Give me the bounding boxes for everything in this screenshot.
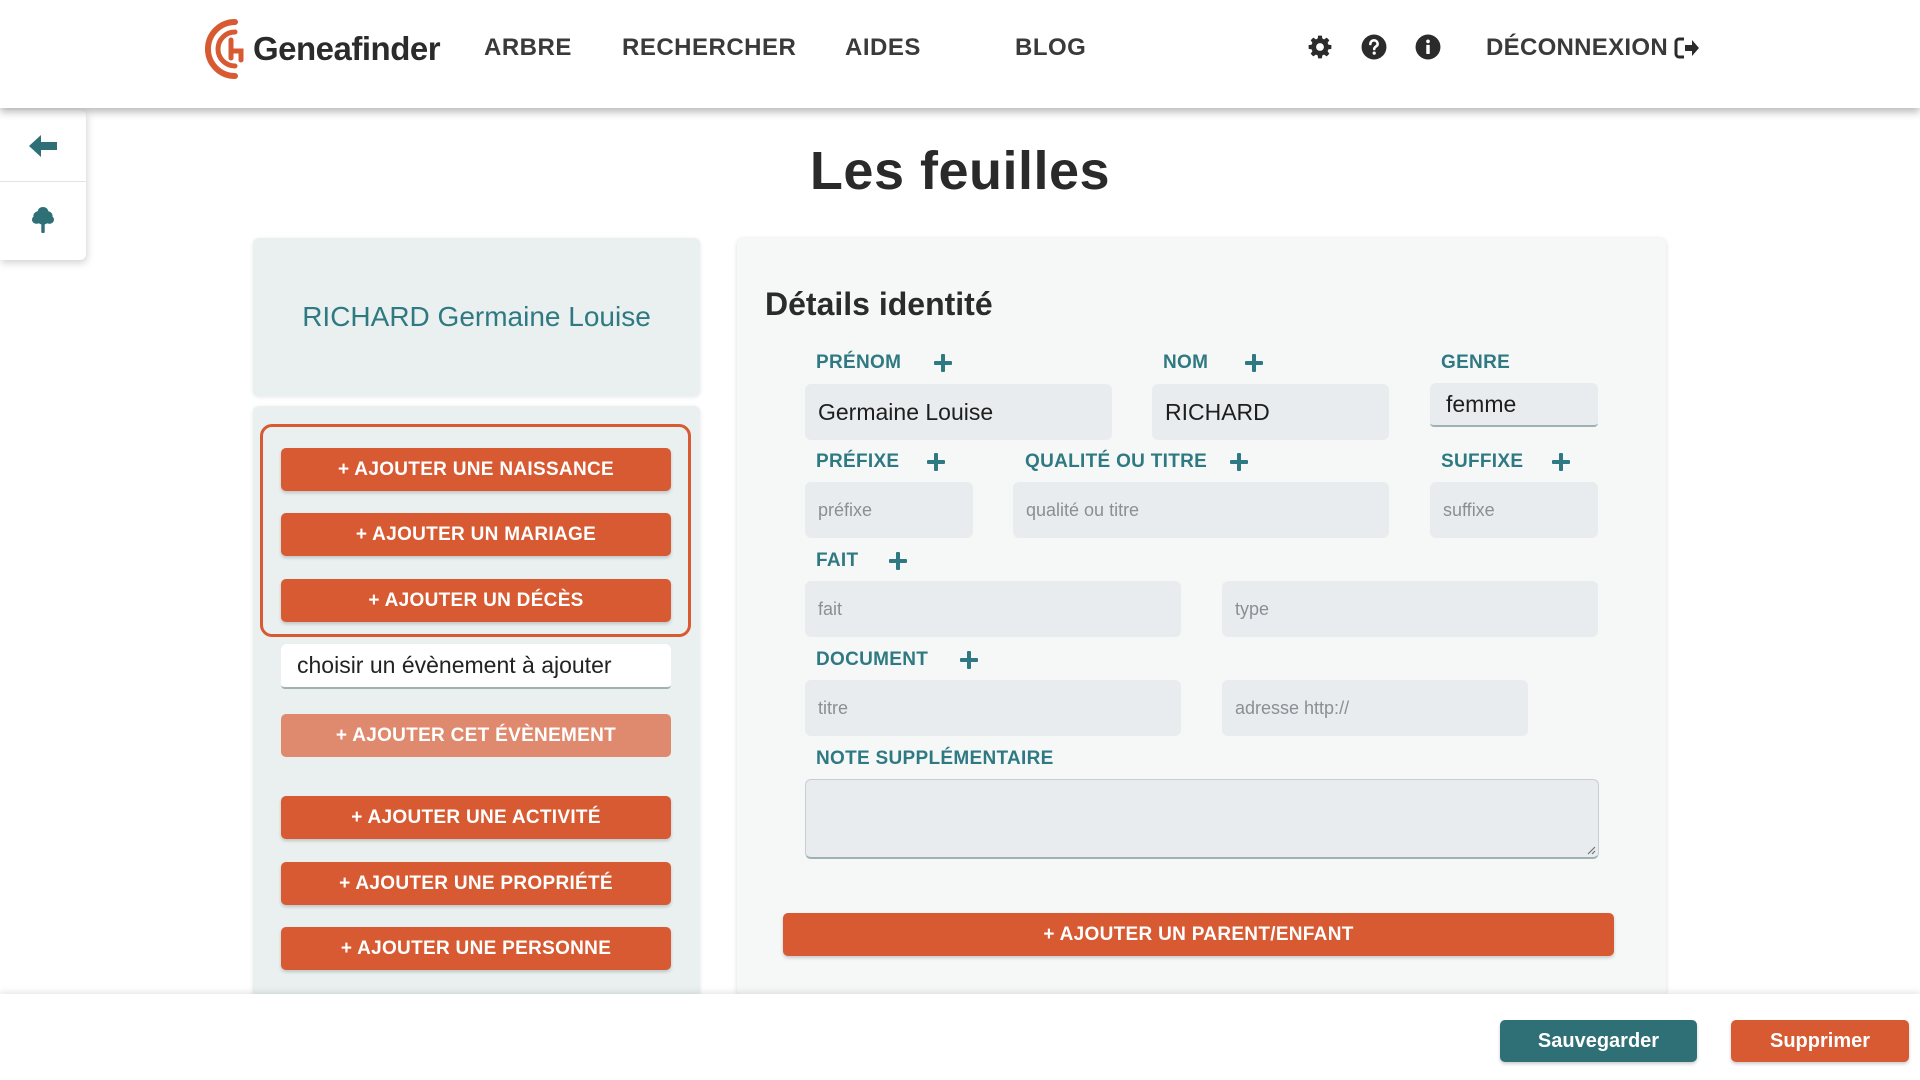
- fact-input[interactable]: fait: [805, 581, 1181, 637]
- identity-section-title: Détails identité: [765, 286, 993, 322]
- add-lastname-plus-icon[interactable]: [1243, 352, 1265, 374]
- tree-view-button[interactable]: [0, 184, 86, 256]
- add-property-button[interactable]: + AJOUTER UNE PROPRIÉTÉ: [281, 862, 671, 905]
- suffix-label: SUFFIXE: [1441, 451, 1524, 472]
- prefix-placeholder: préfixe: [818, 499, 873, 520]
- geneafinder-logo-icon: [205, 19, 244, 79]
- prefix-label: PRÉFIXE: [816, 451, 900, 472]
- event-type-select-value: choisir un évènement à ajouter: [297, 652, 612, 678]
- top-navbar: Geneafinder ARBRE RECHERCHER AIDES BLOG …: [0, 0, 1920, 108]
- gender-value: femme: [1446, 390, 1517, 417]
- fact-type-input[interactable]: type: [1222, 581, 1598, 637]
- question-circle-icon[interactable]: [1361, 34, 1387, 60]
- tree-icon: [32, 207, 54, 233]
- fact-label: FAIT: [816, 550, 859, 571]
- add-fact-plus-icon[interactable]: [887, 550, 909, 572]
- fact-placeholder: fait: [818, 598, 843, 619]
- document-title-input[interactable]: titre: [805, 680, 1181, 736]
- add-birth-button[interactable]: + AJOUTER UNE NAISSANCE: [281, 448, 671, 491]
- add-document-plus-icon[interactable]: [958, 649, 980, 671]
- nav-link-arbre[interactable]: ARBRE: [484, 31, 572, 65]
- add-firstname-plus-icon[interactable]: [932, 352, 954, 374]
- note-label: NOTE SUPPLÉMENTAIRE: [816, 748, 1054, 769]
- gender-select[interactable]: femme: [1430, 383, 1598, 427]
- add-activity-button[interactable]: + AJOUTER UNE ACTIVITÉ: [281, 796, 671, 839]
- person-name: RICHARD Germaine Louise: [302, 301, 651, 332]
- person-card: RICHARD Germaine Louise: [253, 238, 700, 396]
- add-quality-plus-icon[interactable]: [1228, 451, 1250, 473]
- back-button[interactable]: [0, 110, 86, 182]
- gear-icon[interactable]: [1307, 34, 1333, 60]
- add-parent-child-button[interactable]: + AJOUTER UN PARENT/ENFANT: [783, 913, 1614, 956]
- lastname-value: RICHARD: [1165, 398, 1270, 425]
- arrow-left-icon: [29, 134, 57, 157]
- add-suffix-plus-icon[interactable]: [1550, 451, 1572, 473]
- quality-placeholder: qualité ou titre: [1026, 499, 1140, 520]
- fact-type-placeholder: type: [1235, 598, 1270, 619]
- info-circle-icon[interactable]: [1415, 34, 1441, 60]
- firstname-value: Germaine Louise: [818, 398, 994, 425]
- logout-button[interactable]: DÉCONNEXION: [1486, 31, 1700, 65]
- lastname-label: NOM: [1163, 352, 1209, 373]
- gender-label: GENRE: [1441, 352, 1511, 373]
- prefix-input[interactable]: préfixe: [805, 482, 973, 538]
- document-title-placeholder: titre: [818, 697, 849, 718]
- logout-label: DÉCONNEXION: [1486, 34, 1668, 61]
- firstname-label: PRÉNOM: [816, 352, 902, 373]
- nav-link-blog[interactable]: BLOG: [1015, 31, 1086, 65]
- document-url-placeholder: adresse http://: [1235, 697, 1350, 718]
- quality-input[interactable]: qualité ou titre: [1013, 482, 1389, 538]
- add-marriage-button[interactable]: + AJOUTER UN MARIAGE: [281, 513, 671, 556]
- note-textarea[interactable]: [805, 779, 1599, 859]
- page-title: Les feuilles: [809, 141, 1111, 201]
- lastname-input[interactable]: RICHARD: [1152, 384, 1389, 440]
- add-prefix-plus-icon[interactable]: [925, 451, 947, 473]
- document-url-input[interactable]: adresse http://: [1222, 680, 1528, 736]
- geneafinder-logo[interactable]: Geneafinder: [205, 18, 441, 80]
- save-button[interactable]: Sauvegarder: [1500, 1020, 1697, 1062]
- document-label: DOCUMENT: [816, 649, 929, 670]
- resize-grip-icon[interactable]: [1586, 845, 1596, 855]
- delete-button[interactable]: Supprimer: [1731, 1020, 1909, 1062]
- side-toolbar: [0, 110, 86, 260]
- firstname-input[interactable]: Germaine Louise: [805, 384, 1112, 440]
- sign-out-icon: [1674, 37, 1699, 59]
- add-selected-event-button[interactable]: + AJOUTER CET ÉVÈNEMENT: [281, 714, 671, 757]
- suffix-input[interactable]: suffixe: [1430, 482, 1598, 538]
- nav-link-aides[interactable]: AIDES: [845, 31, 921, 65]
- add-death-button[interactable]: + AJOUTER UN DÉCÈS: [281, 579, 671, 622]
- add-person-button[interactable]: + AJOUTER UNE PERSONNE: [281, 927, 671, 970]
- actions-panel: [253, 406, 700, 996]
- quality-label: QUALITÉ OU TITRE: [1025, 451, 1208, 472]
- event-type-select[interactable]: choisir un évènement à ajouter: [281, 644, 671, 689]
- suffix-placeholder: suffixe: [1443, 499, 1495, 520]
- nav-link-rechercher[interactable]: RECHERCHER: [622, 31, 796, 65]
- logo-text: Geneafinder: [253, 30, 441, 67]
